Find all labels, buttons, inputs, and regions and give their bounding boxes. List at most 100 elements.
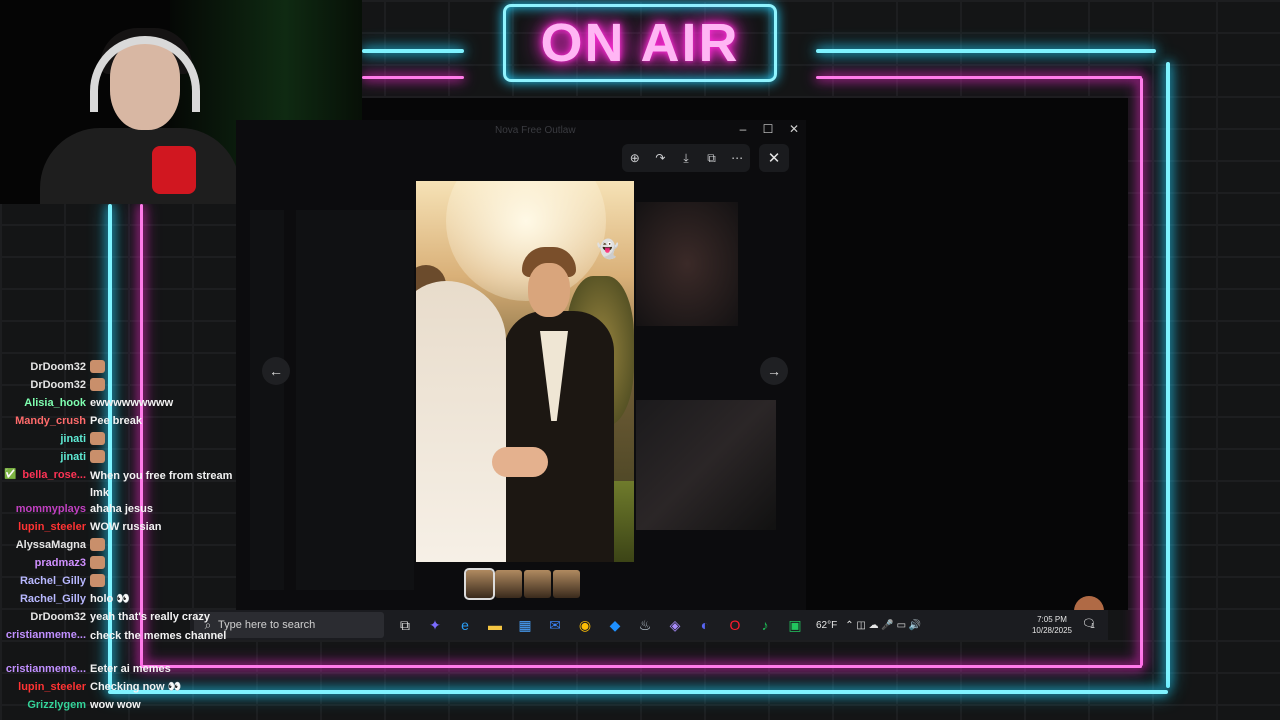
chat-message: DrDoom32 <box>0 360 240 378</box>
snapchat-ghost-icon: 👻 <box>596 239 620 259</box>
app-green-icon[interactable]: ▣ <box>780 610 810 640</box>
server-list <box>250 210 284 590</box>
chat-message: jinati <box>0 432 240 450</box>
held-hands <box>492 447 548 477</box>
neon-line-bottom <box>108 690 1168 694</box>
next-image-button[interactable]: → <box>760 357 788 385</box>
emote-icon <box>90 360 105 373</box>
open-external-icon[interactable]: ⧉ <box>701 151 723 166</box>
chrome-icon[interactable]: ◉ <box>570 610 600 640</box>
chat-username[interactable]: AlyssaMagna <box>0 538 90 552</box>
emote-icon <box>90 378 105 391</box>
chat-text: Checking now 👀 <box>90 681 182 693</box>
opera-icon[interactable]: O <box>720 610 750 640</box>
thumbnail[interactable] <box>495 570 522 598</box>
copilot-m365-icon[interactable]: ◈ <box>660 610 690 640</box>
thumbnail[interactable] <box>524 570 551 598</box>
chat-text: wow wow <box>90 699 141 711</box>
blurred-message-image-2 <box>636 400 776 530</box>
thumbnail[interactable] <box>553 570 580 598</box>
chat-username[interactable]: Rachel_Gilly <box>0 574 90 588</box>
clock[interactable]: 7:05 PM 10/28/2025 <box>1032 614 1072 636</box>
minimize-button[interactable]: – <box>733 122 753 136</box>
chat-text: Pee break <box>90 415 142 427</box>
chat-username[interactable]: DrDoom32 <box>0 360 90 374</box>
chat-message: Rachel_Gilly holo 👀 <box>0 592 240 610</box>
chat-username[interactable]: jinati <box>0 432 90 446</box>
neon-line-top-right-pink <box>816 76 1142 79</box>
neon-line-bottom-pink <box>140 665 1142 668</box>
viewer-toolbar: ⊕ ↷ ⤓ ⧉ ⋯ <box>622 144 750 172</box>
system-tray-icons[interactable]: ⌃ ◫ ☁ 🎤 ▭ 🔊 <box>845 620 921 631</box>
copilot-icon[interactable]: ✦ <box>420 610 450 640</box>
chat-username[interactable]: cristianmeme... <box>0 662 90 676</box>
groom-face <box>528 263 570 317</box>
file-explorer-icon[interactable]: ▬ <box>480 610 510 640</box>
chat-username[interactable]: mommyplays <box>0 502 90 516</box>
clock-time: 7:05 PM <box>1037 615 1067 624</box>
previous-image-button[interactable]: ← <box>262 357 290 385</box>
zoom-in-icon[interactable]: ⊕ <box>624 151 646 165</box>
windows-taskbar: ⌕ Type here to search ⧉ ✦ e ▬ ▦ ✉ ◉ ◆ ♨ ◈ ◐ O ♪ ▣ 62°… <box>190 610 1108 640</box>
chat-username[interactable]: lupin_steeler <box>0 680 90 694</box>
streamer-shirt <box>40 128 240 204</box>
bride-dress <box>416 281 506 562</box>
chat-text: holo 👀 <box>90 593 130 605</box>
emote-icon <box>90 538 105 551</box>
chat-text: WOW russian <box>90 521 162 533</box>
wedding-photo: 👻 <box>416 181 634 562</box>
edge-icon[interactable]: e <box>450 610 480 640</box>
stream-chat: DrDoom32 DrDoom32 Alisia_hook ewwwwwwwww Man… <box>0 360 240 716</box>
neon-line-top-right <box>816 49 1156 53</box>
chat-message: Mandy_crush Pee break <box>0 414 240 432</box>
mail-icon[interactable]: ✉ <box>540 610 570 640</box>
neon-line-right-pink <box>1140 78 1143 666</box>
chat-username[interactable]: Grizzlygem <box>0 698 90 712</box>
task-view-icon[interactable]: ⧉ <box>390 610 420 640</box>
download-icon[interactable]: ⤓ <box>675 151 697 166</box>
store-icon[interactable]: ▦ <box>510 610 540 640</box>
taskbar-apps: ⧉ ✦ e ▬ ▦ ✉ ◉ ◆ ♨ ◈ ◐ O ♪ ▣ <box>390 610 810 640</box>
neon-line-right <box>1166 62 1170 688</box>
chat-username[interactable]: lupin_steeler <box>0 520 90 534</box>
chat-username[interactable]: Rachel_Gilly <box>0 592 90 606</box>
microphone <box>152 146 196 194</box>
chat-text: check the memes channel <box>90 630 227 642</box>
maximize-button[interactable]: ☐ <box>758 122 778 136</box>
chat-username[interactable]: DrDoom32 <box>0 378 90 392</box>
chat-message: Rachel_Gilly <box>0 574 240 592</box>
chat-username[interactable]: cristianmeme... <box>0 628 90 642</box>
chat-username[interactable]: DrDoom32 <box>0 610 90 624</box>
clock-date: 10/28/2025 <box>1031 626 1072 635</box>
chat-username[interactable]: Alisia_hook <box>0 396 90 410</box>
chat-message: DrDoom32 yeah that's really crazy <box>0 610 240 628</box>
chat-message: Alisia_hook ewwwwwwwww <box>0 396 240 414</box>
chat-text: ewwwwwwwww <box>90 397 174 409</box>
app-blue-icon[interactable]: ◆ <box>600 610 630 640</box>
chat-username[interactable]: pradmaz3 <box>0 556 90 570</box>
forward-icon[interactable]: ↷ <box>649 151 671 165</box>
emote-icon <box>90 432 105 445</box>
chat-message: cristianmeme... Eeter ai memes <box>0 662 240 680</box>
notification-icon[interactable]: 🗨 1 <box>1082 617 1098 633</box>
chat-message: DrDoom32 <box>0 378 240 396</box>
blurred-message-image <box>636 202 738 326</box>
close-window-button[interactable]: ✕ <box>784 122 804 136</box>
discord-icon[interactable]: ◐ <box>690 610 720 640</box>
weather-temp[interactable]: 62°F <box>816 620 837 631</box>
chat-message: cristianmeme... check the memes channel <box>0 628 240 662</box>
chat-username[interactable]: Mandy_crush <box>0 414 90 428</box>
steam-icon[interactable]: ♨ <box>630 610 660 640</box>
more-icon[interactable]: ⋯ <box>726 151 748 165</box>
close-viewer-button[interactable]: ✕ <box>759 144 789 172</box>
chat-message: lupin_steeler WOW russian <box>0 520 240 538</box>
notification-count: 1 <box>1091 623 1095 630</box>
emote-icon <box>90 574 105 587</box>
spotify-icon[interactable]: ♪ <box>750 610 780 640</box>
neon-line-top-left-pink <box>362 76 464 79</box>
chat-username[interactable]: jinati <box>0 450 90 464</box>
thumbnail-strip <box>464 568 580 600</box>
thumbnail[interactable] <box>464 568 495 600</box>
channel-list <box>296 210 414 590</box>
chat-message: jinati <box>0 450 240 468</box>
